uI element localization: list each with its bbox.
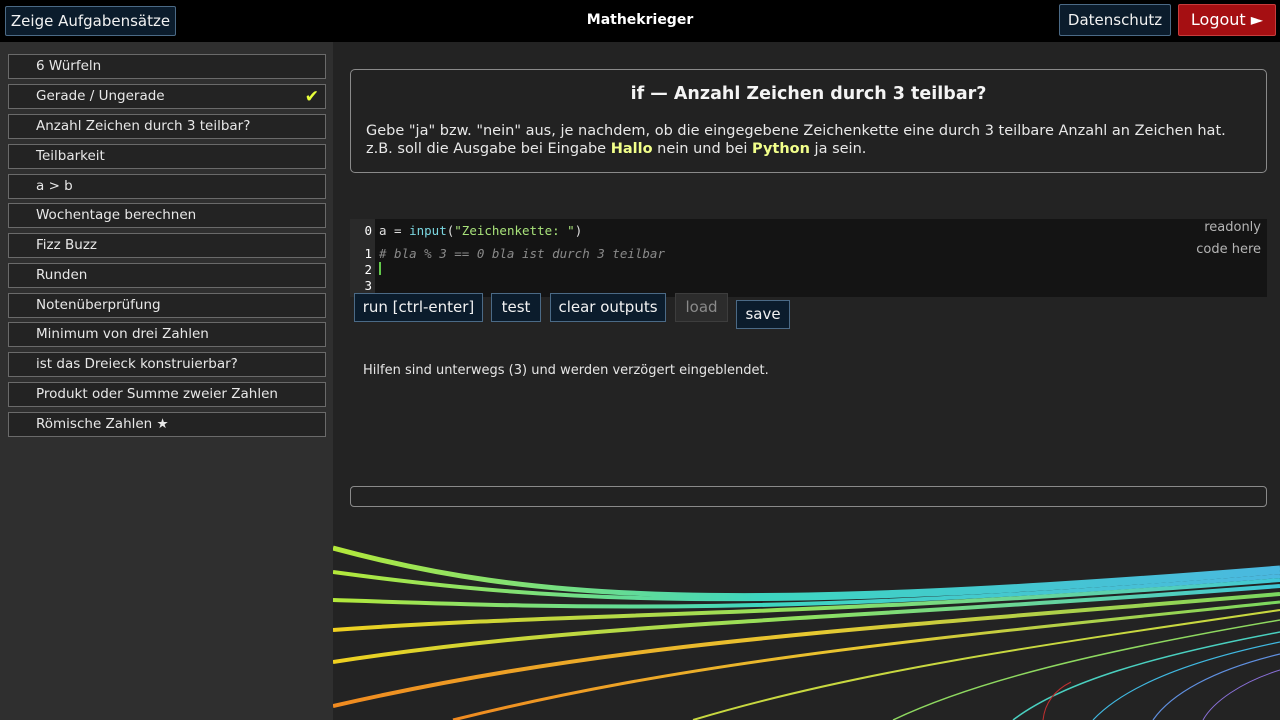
- sidebar-item[interactable]: Produkt oder Summe zweier Zahlen: [8, 382, 326, 407]
- readonly-label: readonly: [1204, 220, 1261, 235]
- privacy-button[interactable]: Datenschutz: [1059, 4, 1171, 36]
- sidebar-item[interactable]: 6 Würfeln: [8, 54, 326, 79]
- sidebar-item[interactable]: Gerade / Ungerade ✔: [8, 84, 326, 109]
- sidebar-item[interactable]: Runden: [8, 263, 326, 288]
- sidebar-item[interactable]: ist das Dreieck konstruierbar?: [8, 352, 326, 377]
- sidebar-item-label: Minimum von drei Zahlen: [36, 326, 209, 342]
- sidebar-item[interactable]: a > b: [8, 174, 326, 199]
- sidebar-item-label: Notenüberprüfung: [36, 297, 161, 313]
- sidebar-item[interactable]: Minimum von drei Zahlen: [8, 322, 326, 347]
- task-text: nein und bei: [652, 141, 753, 157]
- code-editor[interactable]: 0 1 2 3 a = input("Zeichenkette: ") # bl…: [350, 219, 1267, 297]
- code-token: ): [574, 223, 583, 238]
- task-text: ja sein.: [809, 141, 867, 157]
- checkmark-icon: ✔: [304, 87, 319, 107]
- sidebar-item-label: Römische Zahlen ★: [36, 416, 169, 432]
- code-token: a: [379, 223, 387, 238]
- sidebar-item[interactable]: Anzahl Zeichen durch 3 teilbar?: [8, 114, 326, 139]
- sidebar-item[interactable]: Römische Zahlen ★: [8, 412, 326, 437]
- test-button[interactable]: test: [491, 293, 541, 322]
- output-box: [350, 486, 1267, 507]
- sidebar-item[interactable]: Notenüberprüfung: [8, 293, 326, 318]
- sidebar-item-label: Anzahl Zeichen durch 3 teilbar?: [36, 118, 251, 134]
- sidebar-item-label: Runden: [36, 267, 88, 283]
- top-bar: Zeige Aufgabensätze Mathekrieger Datensc…: [0, 0, 1280, 42]
- sidebar-item-label: Wochentage berechnen: [36, 207, 197, 223]
- line-number: 3: [364, 278, 372, 293]
- load-button[interactable]: load: [675, 293, 728, 322]
- sidebar-item[interactable]: Wochentage berechnen: [8, 203, 326, 228]
- main-panel: if — Anzahl Zeichen durch 3 teilbar? Geb…: [333, 42, 1280, 720]
- text-cursor: [379, 262, 381, 275]
- sidebar-item-label: a > b: [36, 178, 73, 194]
- logout-button[interactable]: Logout ►: [1178, 4, 1276, 36]
- line-number: 0: [364, 223, 372, 238]
- example-input-hallo: Hallo: [610, 141, 653, 157]
- code-token: input: [409, 223, 447, 238]
- sidebar-item-label: Teilbarkeit: [36, 148, 105, 164]
- sidebar-item-label: 6 Würfeln: [36, 58, 102, 74]
- code-token: "Zeichenkette: ": [454, 223, 575, 238]
- sidebar-item-label: Gerade / Ungerade: [36, 88, 165, 104]
- code-here-label: code here: [1196, 242, 1261, 257]
- sidebar-item[interactable]: Fizz Buzz: [8, 233, 326, 258]
- sidebar-item-label: Produkt oder Summe zweier Zahlen: [36, 386, 278, 402]
- sidebar-item[interactable]: Teilbarkeit: [8, 144, 326, 169]
- line-number: 2: [364, 262, 372, 277]
- task-description-box: if — Anzahl Zeichen durch 3 teilbar? Geb…: [350, 69, 1267, 173]
- code-token: =: [386, 223, 410, 238]
- task-example-line: z.B. soll die Ausgabe bei Eingabe Hallo …: [366, 140, 1254, 158]
- readonly-code-line: a = input("Zeichenkette: "): [379, 223, 582, 238]
- sidebar-item-label: Fizz Buzz: [36, 237, 97, 253]
- clear-outputs-button[interactable]: clear outputs: [550, 293, 666, 322]
- task-list-sidebar: 6 Würfeln Gerade / Ungerade ✔ Anzahl Zeic…: [0, 42, 333, 720]
- task-title: if — Anzahl Zeichen durch 3 teilbar?: [630, 84, 987, 104]
- run-button[interactable]: run [ctrl-enter]: [354, 293, 483, 322]
- task-text: z.B. soll die Ausgabe bei Eingabe: [366, 141, 611, 157]
- hint-message: Hilfen sind unterwegs (3) und werden ver…: [363, 363, 769, 378]
- save-button[interactable]: save: [736, 300, 790, 329]
- code-comment-line[interactable]: # bla % 3 == 0 bla ist durch 3 teilbar: [379, 246, 665, 261]
- line-number: 1: [364, 246, 372, 261]
- task-description: Gebe "ja" bzw. "nein" aus, je nachdem, o…: [366, 122, 1254, 158]
- task-description-line: Gebe "ja" bzw. "nein" aus, je nachdem, o…: [366, 123, 1226, 139]
- line-number-gutter: 0 1 2 3: [350, 219, 375, 297]
- sidebar-item-label: ist das Dreieck konstruierbar?: [36, 356, 238, 372]
- example-input-python: Python: [752, 141, 810, 157]
